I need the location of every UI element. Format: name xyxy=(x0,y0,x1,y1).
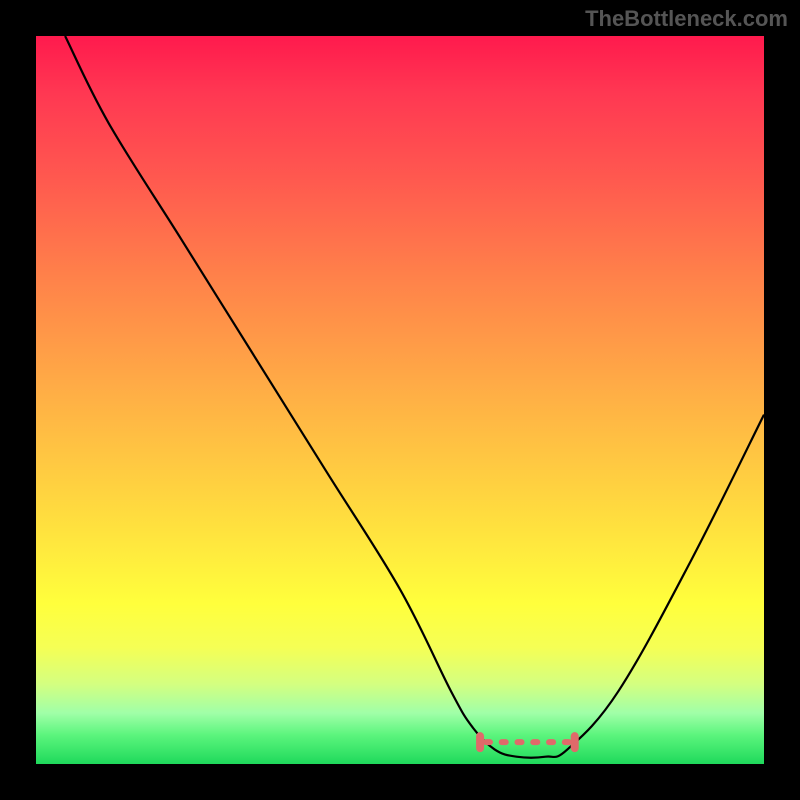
watermark-text: TheBottleneck.com xyxy=(585,6,788,32)
bottleneck-curve-path xyxy=(65,36,764,758)
valley-marker xyxy=(476,732,579,752)
bottleneck-curve-svg xyxy=(36,36,764,764)
plot-area xyxy=(36,36,764,764)
